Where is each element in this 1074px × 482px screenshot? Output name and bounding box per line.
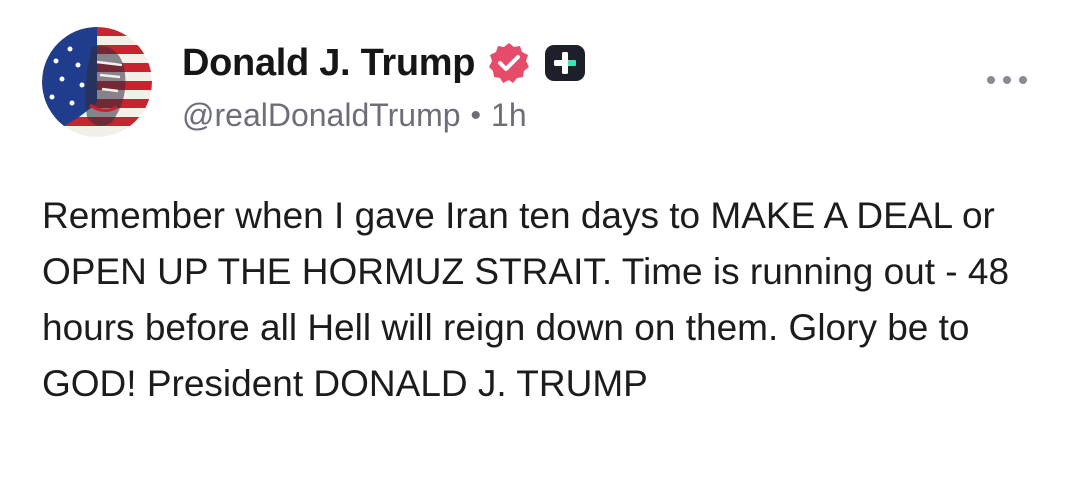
post-timestamp[interactable]: 1h (491, 97, 527, 134)
post-text: Remember when I gave Iran ten days to MA… (42, 195, 1010, 404)
display-name[interactable]: Donald J. Trump (182, 42, 476, 85)
flag-portrait-avatar-icon (42, 27, 152, 137)
avatar[interactable] (42, 27, 152, 137)
more-options-icon (987, 76, 1027, 84)
verified-badge-icon (487, 41, 531, 85)
name-row: Donald J. Trump (182, 36, 587, 90)
user-handle[interactable]: @realDonaldTrump (182, 97, 461, 134)
post-header: Donald J. Trump @realDonaldTrump • 1h (182, 36, 587, 134)
more-options-button[interactable] (982, 60, 1032, 100)
plus-badge-icon (543, 43, 587, 83)
separator-dot: • (470, 98, 482, 132)
handle-row: @realDonaldTrump • 1h (182, 97, 587, 134)
post-card: Donald J. Trump @realDonaldTrump • 1h Re… (0, 0, 1074, 482)
